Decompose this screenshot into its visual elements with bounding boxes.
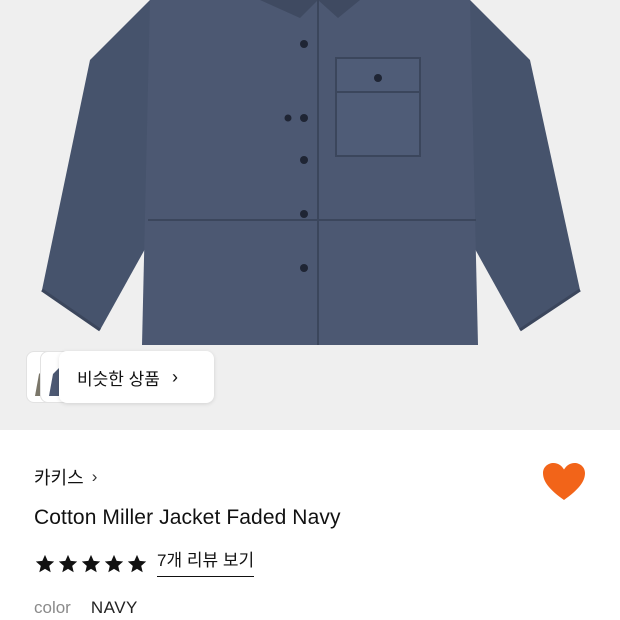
- brand-name: 카키스: [34, 468, 84, 488]
- star-rating: [34, 553, 149, 575]
- star-icon: [34, 553, 56, 575]
- review-link[interactable]: 7개 리뷰 보기: [157, 550, 255, 577]
- similar-products-pill[interactable]: 비슷한 상품 ›: [59, 351, 214, 403]
- color-label: color: [34, 598, 71, 617]
- rating-row: 7개 리뷰 보기: [34, 550, 255, 577]
- chevron-right-icon: ›: [171, 366, 178, 387]
- color-value: NAVY: [90, 598, 138, 617]
- color-option: color NAVY: [34, 598, 138, 618]
- similar-products-label: 비슷한 상품: [77, 369, 160, 389]
- star-icon: [126, 553, 148, 575]
- heart-icon[interactable]: [542, 462, 586, 502]
- brand-link[interactable]: 카키스 ›: [34, 464, 97, 490]
- star-icon: [57, 553, 79, 575]
- star-icon: [80, 553, 102, 575]
- chevron-right-icon: ›: [91, 467, 98, 486]
- product-title: Cotton Miller Jacket Faded Navy: [34, 506, 341, 529]
- star-icon: [103, 553, 125, 575]
- similar-products-button[interactable]: 비슷한 상품 ›: [26, 351, 214, 403]
